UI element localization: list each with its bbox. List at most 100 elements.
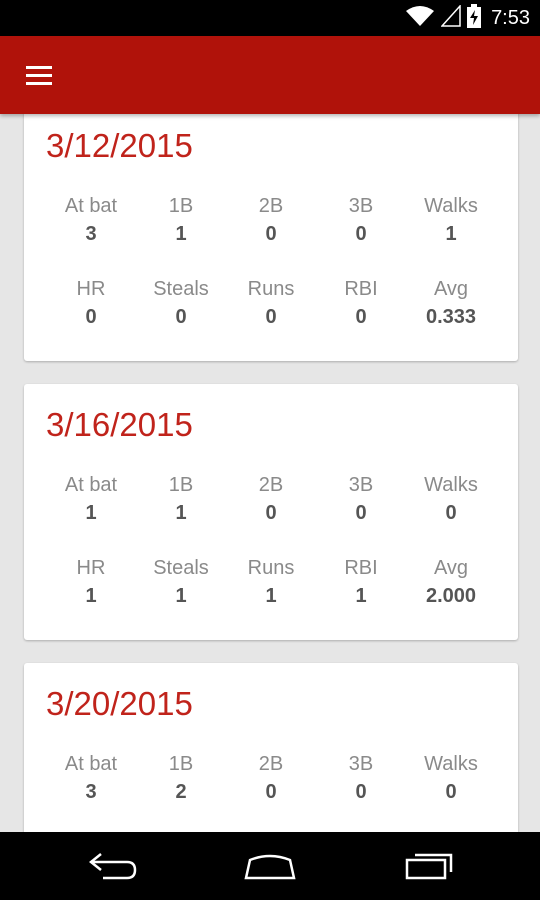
stat-value: 1 (355, 585, 367, 607)
game-card[interactable]: 3/20/2015 At bat 3 1B 2 2B 0 3B 0 Walks 0 (24, 663, 518, 832)
stat-value: 1 (175, 585, 187, 607)
game-list[interactable]: 3/12/2015 At bat 3 1B 1 2B 0 3B 0 Walks 1 HR 0 Steals… (0, 114, 540, 832)
stat-value: 0 (355, 306, 367, 328)
battery-charging-icon (467, 3, 482, 33)
navigation-bar (0, 832, 540, 900)
stat-label: RBI (344, 278, 378, 300)
stat-cell: 2B 0 (226, 472, 316, 528)
stat-value: 0 (355, 223, 367, 245)
stats-row: HR 0 Steals 0 Runs 0 RBI 0 Avg 0.333 (46, 276, 496, 332)
status-bar: 7:53 (0, 0, 540, 36)
stat-value: 0 (85, 306, 97, 328)
stat-value: 0 (355, 502, 367, 524)
stat-label: 3B (348, 474, 374, 496)
recents-icon[interactable] (394, 846, 464, 886)
stat-value: 1 (85, 585, 97, 607)
stat-cell: RBI 1 (316, 555, 406, 611)
game-card[interactable]: 3/12/2015 At bat 3 1B 1 2B 0 3B 0 Walks 1 HR 0 Steals… (24, 114, 518, 361)
stat-cell: 1B 1 (136, 472, 226, 528)
stat-cell: Steals 1 (136, 555, 226, 611)
stat-value: 1 (85, 502, 97, 524)
status-clock: 7:53 (491, 6, 530, 29)
signal-icon (440, 3, 461, 32)
stat-cell: Runs 1 (226, 555, 316, 611)
game-date: 3/12/2015 (46, 127, 193, 164)
stat-cell: 1B 1 (136, 193, 226, 249)
stat-label: HR (76, 557, 106, 579)
stat-label: Avg (433, 278, 469, 300)
stat-cell: At bat 3 (46, 751, 136, 807)
stat-value: 0 (175, 306, 187, 328)
home-icon[interactable] (235, 846, 305, 886)
stat-cell: Runs 0 (226, 276, 316, 332)
stat-cell: Walks 1 (406, 193, 496, 249)
stat-cell: At bat 1 (46, 472, 136, 528)
game-date: 3/16/2015 (46, 406, 193, 443)
stat-cell: 3B 0 (316, 193, 406, 249)
stat-value: 2 (175, 781, 187, 803)
stat-label: 2B (258, 474, 284, 496)
game-date: 3/20/2015 (46, 685, 193, 722)
stat-label: At bat (64, 474, 118, 496)
stats-row: At bat 3 1B 2 2B 0 3B 0 Walks 0 (46, 751, 496, 807)
stat-value: 1 (175, 502, 187, 524)
stat-cell: Avg 0.333 (406, 276, 496, 332)
stat-value: 3 (85, 223, 97, 245)
stat-label: 1B (168, 753, 194, 775)
app-bar (0, 36, 540, 114)
stat-label: Walks (424, 753, 478, 775)
stat-value: 1 (445, 223, 457, 245)
stat-cell: 2B 0 (226, 193, 316, 249)
stat-cell: Avg 2.000 (406, 555, 496, 611)
stat-label: 2B (258, 195, 284, 217)
stat-label: 3B (348, 753, 374, 775)
stat-label: At bat (64, 195, 118, 217)
stat-label: Runs (247, 557, 295, 579)
game-card[interactable]: 3/16/2015 At bat 1 1B 1 2B 0 3B 0 Walks 0 HR 1 Steals… (24, 384, 518, 640)
stats-row: At bat 1 1B 1 2B 0 3B 0 Walks 0 (46, 472, 496, 528)
status-icons: 7:53 (405, 0, 530, 36)
stat-cell: Walks 0 (406, 751, 496, 807)
card-list: 3/12/2015 At bat 3 1B 1 2B 0 3B 0 Walks 1 HR 0 Steals… (24, 114, 518, 832)
stat-value: 0 (265, 306, 277, 328)
stats-row: At bat 3 1B 1 2B 0 3B 0 Walks 1 (46, 193, 496, 249)
stat-label: 1B (168, 474, 194, 496)
stat-label: At bat (64, 753, 118, 775)
stat-cell: 3B 0 (316, 472, 406, 528)
stat-cell: HR 0 (46, 276, 136, 332)
back-icon[interactable] (78, 846, 148, 886)
stat-value: 3 (85, 781, 97, 803)
stat-label: 2B (258, 753, 284, 775)
stat-label: Steals (153, 557, 209, 579)
stat-cell: HR 1 (46, 555, 136, 611)
stat-label: RBI (344, 557, 378, 579)
stat-value: 0 (265, 781, 277, 803)
stat-label: Walks (424, 195, 478, 217)
stat-label: Avg (433, 557, 469, 579)
stat-label: HR (76, 278, 106, 300)
wifi-icon (405, 5, 435, 32)
stat-label: Walks (424, 474, 478, 496)
stat-cell: At bat 3 (46, 193, 136, 249)
stat-label: Steals (153, 278, 209, 300)
stat-cell: 1B 2 (136, 751, 226, 807)
hamburger-menu-icon[interactable] (20, 57, 60, 93)
stat-value: 0 (265, 502, 277, 524)
stat-value: 0 (445, 502, 457, 524)
stat-value: 1 (265, 585, 277, 607)
stat-cell: 2B 0 (226, 751, 316, 807)
stat-value: 0 (265, 223, 277, 245)
stat-value: 0 (355, 781, 367, 803)
stat-cell: Steals 0 (136, 276, 226, 332)
stats-row: HR 1 Steals 1 Runs 1 RBI 1 Avg 2.000 (46, 555, 496, 611)
stat-label: 3B (348, 195, 374, 217)
stat-value: 1 (175, 223, 187, 245)
stat-value: 0 (445, 781, 457, 803)
stat-cell: RBI 0 (316, 276, 406, 332)
stat-cell: Walks 0 (406, 472, 496, 528)
stat-value: 2.000 (425, 585, 477, 607)
stat-value: 0.333 (425, 306, 477, 328)
stat-label: Runs (247, 278, 295, 300)
stat-label: 1B (168, 195, 194, 217)
stat-cell: 3B 0 (316, 751, 406, 807)
